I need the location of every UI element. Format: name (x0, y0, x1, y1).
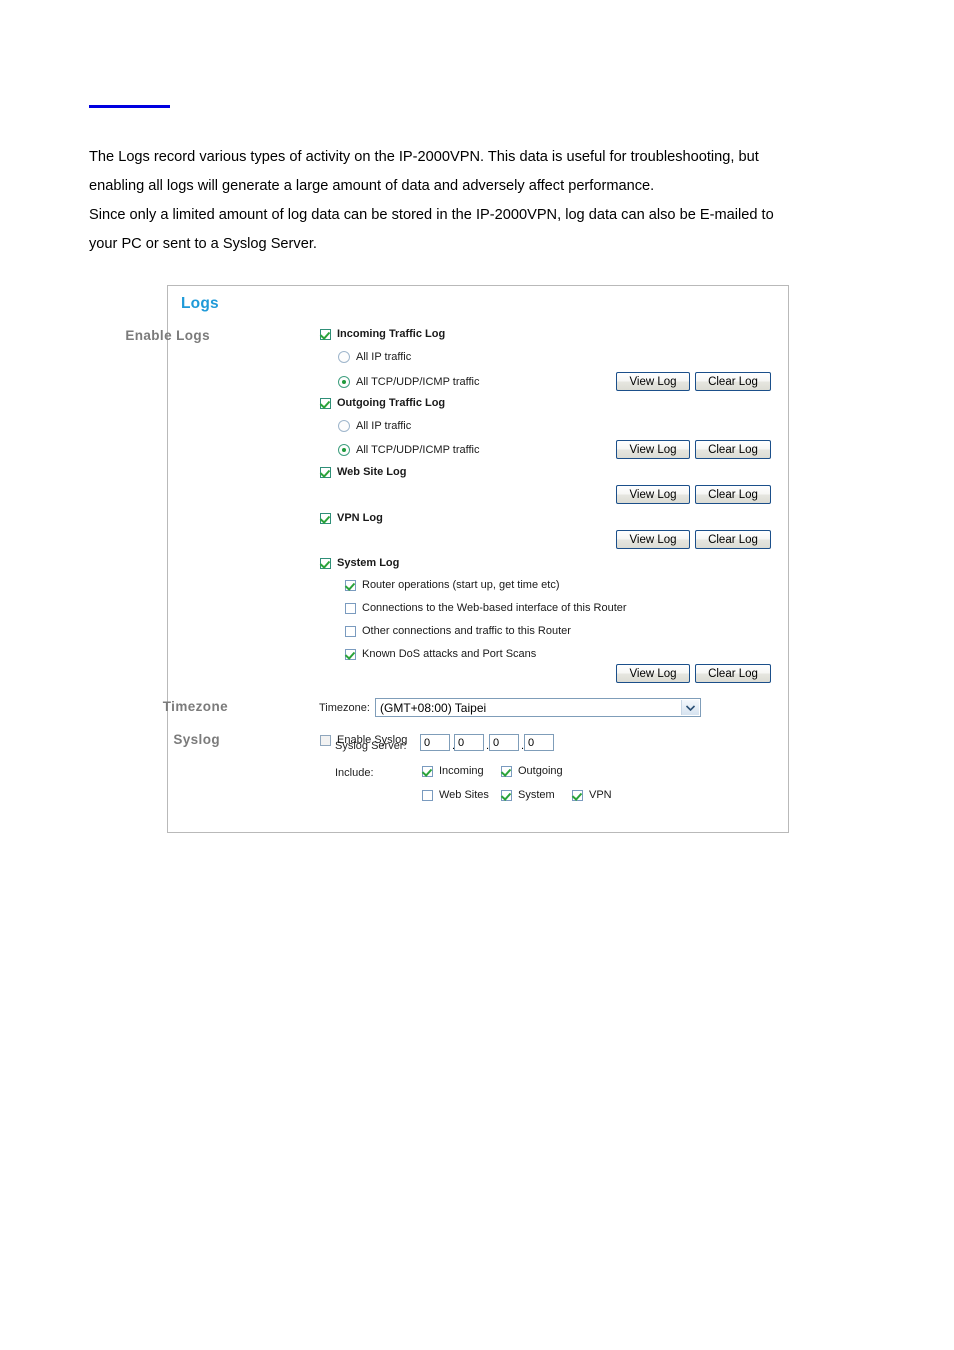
section-label-enable-logs: Enable Logs (125, 328, 210, 343)
checkbox-row-outgoing-traffic-log[interactable]: Outgoing Traffic Log (320, 397, 445, 409)
vpn-log-checkbox-icon[interactable] (320, 512, 331, 524)
timezone-field-label: Timezone: (319, 702, 370, 714)
checkbox-row-incoming-traffic-log[interactable]: Incoming Traffic Log (320, 328, 445, 340)
system-log-checkbox-icon[interactable] (320, 557, 331, 569)
syslog-server-octet-3[interactable]: 0 (489, 734, 519, 751)
syslog-server-octet-1[interactable]: 0 (420, 734, 450, 751)
include-outgoing-checkbox-icon[interactable] (501, 765, 512, 777)
paragraph-line-2: enabling all logs will generate a large … (89, 178, 655, 194)
incoming-all-tcp-label: All TCP/UDP/ICMP traffic (356, 376, 480, 388)
view-log-button-system[interactable]: View Log (616, 664, 690, 683)
view-log-button-vpn[interactable]: View Log (616, 530, 690, 549)
outgoing-traffic-log-checkbox-icon[interactable] (320, 397, 331, 409)
incoming-traffic-log-checkbox-icon[interactable] (320, 328, 331, 340)
checkbox-row-system-dos-attacks[interactable]: Known DoS attacks and Port Scans (345, 648, 536, 660)
clear-log-button-outgoing[interactable]: Clear Log (695, 440, 771, 459)
incoming-all-tcp-radio-icon[interactable] (338, 376, 350, 388)
heading-rule (89, 105, 170, 108)
include-incoming-label: Incoming (439, 765, 484, 777)
include-vpn-checkbox-icon[interactable] (572, 789, 583, 801)
checkbox-row-include-web-sites[interactable]: Web Sites (422, 789, 489, 801)
system-other-connections-checkbox-icon[interactable] (345, 625, 356, 637)
syslog-server-octet-2[interactable]: 0 (454, 734, 484, 751)
syslog-server-octet-4[interactable]: 0 (524, 734, 554, 751)
radio-row-outgoing-all-ip[interactable]: All IP traffic (338, 420, 411, 432)
include-system-checkbox-icon[interactable] (501, 789, 512, 801)
system-dos-attacks-label: Known DoS attacks and Port Scans (362, 648, 537, 660)
radio-row-outgoing-all-tcp[interactable]: All TCP/UDP/ICMP traffic (338, 444, 479, 456)
paragraph-line-3: Since only a limited amount of log data … (89, 207, 774, 223)
system-router-operations-label: Router operations (start up, get time et… (362, 579, 560, 591)
panel-title: Logs (181, 295, 219, 312)
checkbox-row-system-log[interactable]: System Log (320, 557, 399, 569)
paragraph-line-4: your PC or sent to a Syslog Server. (89, 236, 317, 252)
chevron-down-icon[interactable] (681, 700, 699, 715)
intro-paragraphs: The Logs record various types of activit… (89, 143, 879, 259)
system-dos-attacks-checkbox-icon[interactable] (345, 648, 356, 660)
logs-settings-panel: Logs Enable Logs Incoming Traffic Log Al… (125, 285, 789, 833)
incoming-traffic-log-label: Incoming Traffic Log (337, 328, 446, 340)
checkbox-row-include-incoming[interactable]: Incoming (422, 765, 484, 777)
system-log-label: System Log (337, 557, 400, 569)
syslog-include-label: Include: (335, 767, 374, 779)
checkbox-row-include-vpn[interactable]: VPN (572, 789, 612, 801)
outgoing-all-tcp-label: All TCP/UDP/ICMP traffic (356, 444, 480, 456)
include-web-sites-checkbox-icon[interactable] (422, 789, 433, 801)
system-web-connections-checkbox-icon[interactable] (345, 602, 356, 614)
checkbox-row-web-site-log[interactable]: Web Site Log (320, 466, 406, 478)
section-label-timezone: Timezone (162, 699, 228, 714)
view-log-button-outgoing[interactable]: View Log (616, 440, 690, 459)
checkbox-row-include-outgoing[interactable]: Outgoing (501, 765, 563, 777)
system-web-connections-label: Connections to the Web-based interface o… (362, 602, 627, 614)
clear-log-button-vpn[interactable]: Clear Log (695, 530, 771, 549)
include-system-label: System (518, 789, 555, 801)
view-log-button-web-site[interactable]: View Log (616, 485, 690, 504)
timezone-select[interactable]: (GMT+08:00) Taipei (375, 698, 701, 717)
outgoing-all-ip-radio-icon[interactable] (338, 420, 350, 432)
include-incoming-checkbox-icon[interactable] (422, 765, 433, 777)
section-label-syslog: Syslog (173, 732, 220, 747)
vpn-log-label: VPN Log (337, 512, 383, 524)
syslog-server-label: Syslog Server: (335, 740, 407, 752)
enable-syslog-checkbox-icon[interactable] (320, 734, 331, 746)
include-vpn-label: VPN (589, 789, 612, 801)
system-other-connections-label: Other connections and traffic to this Ro… (362, 625, 571, 637)
include-outgoing-label: Outgoing (518, 765, 563, 777)
outgoing-all-tcp-radio-icon[interactable] (338, 444, 350, 456)
include-web-sites-label: Web Sites (439, 789, 489, 801)
clear-log-button-web-site[interactable]: Clear Log (695, 485, 771, 504)
web-site-log-label: Web Site Log (337, 466, 407, 478)
checkbox-row-system-other-connections[interactable]: Other connections and traffic to this Ro… (345, 625, 571, 637)
timezone-selected-value: (GMT+08:00) Taipei (380, 700, 487, 715)
checkbox-row-system-web-connections[interactable]: Connections to the Web-based interface o… (345, 602, 627, 614)
paragraph-line-1: The Logs record various types of activit… (89, 149, 759, 165)
incoming-all-ip-label: All IP traffic (356, 351, 412, 363)
clear-log-button-incoming[interactable]: Clear Log (695, 372, 771, 391)
outgoing-traffic-log-label: Outgoing Traffic Log (337, 397, 446, 409)
checkbox-row-vpn-log[interactable]: VPN Log (320, 512, 383, 524)
checkbox-row-system-router-operations[interactable]: Router operations (start up, get time et… (345, 579, 559, 591)
system-router-operations-checkbox-icon[interactable] (345, 579, 356, 591)
incoming-all-ip-radio-icon[interactable] (338, 351, 350, 363)
radio-row-incoming-all-ip[interactable]: All IP traffic (338, 351, 411, 363)
checkbox-row-include-system[interactable]: System (501, 789, 555, 801)
web-site-log-checkbox-icon[interactable] (320, 466, 331, 478)
radio-row-incoming-all-tcp[interactable]: All TCP/UDP/ICMP traffic (338, 376, 479, 388)
view-log-button-incoming[interactable]: View Log (616, 372, 690, 391)
outgoing-all-ip-label: All IP traffic (356, 420, 412, 432)
clear-log-button-system[interactable]: Clear Log (695, 664, 771, 683)
